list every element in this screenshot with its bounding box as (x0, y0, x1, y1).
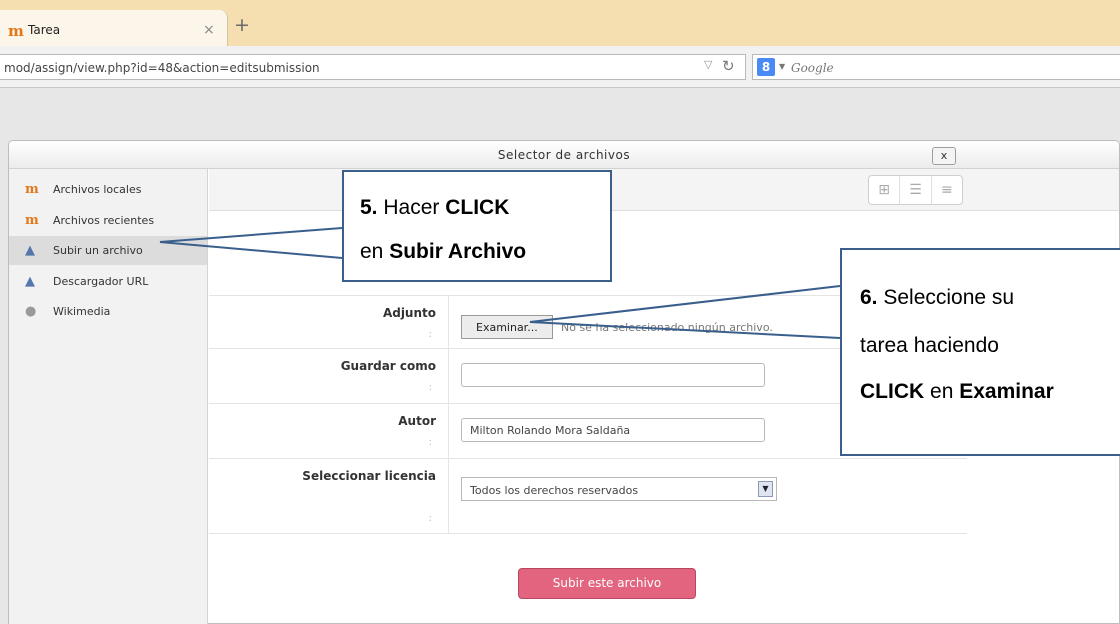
step6-line2: tarea haciendo (860, 334, 999, 357)
moodle-icon: m (25, 213, 39, 228)
callout-step6: 6. Seleccione su tarea haciendo CLICK en… (840, 248, 1120, 456)
save-as-label: Guardar como (340, 359, 436, 373)
search-bar[interactable]: 8 ▼ Google (752, 54, 1120, 80)
moodle-icon: m (25, 182, 39, 197)
sidebar-item-archivos-recientes[interactable]: m Archivos recientes (9, 206, 207, 235)
step6-target: Examinar (959, 380, 1054, 403)
browser-tab-strip: m Tarea × + (0, 0, 1120, 46)
upload-file-button[interactable]: Subir este archivo (518, 568, 696, 599)
download-icon: ▲ (25, 274, 35, 289)
icon-view-icon[interactable]: ⊞ (869, 176, 901, 204)
step6-line1: Seleccione su (883, 286, 1015, 309)
view-mode-buttons: ⊞ ☰ ≡ (868, 175, 963, 205)
search-placeholder: Google (791, 61, 834, 75)
browse-button[interactable]: Examinar... (461, 315, 553, 339)
google-plus-icon[interactable]: 8 (757, 58, 775, 76)
save-as-input[interactable] (461, 363, 765, 387)
tab-close-icon[interactable]: × (203, 22, 215, 38)
sidebar-item-label: Subir un archivo (53, 244, 143, 257)
browser-navbar: mod/assign/view.php?id=48&action=editsub… (0, 46, 1120, 88)
reload-icon[interactable]: ↻ (722, 57, 735, 75)
author-label: Autor (398, 414, 436, 428)
author-input[interactable]: Milton Rolando Mora Saldaña (461, 418, 765, 442)
step5-text: Hacer (383, 196, 440, 219)
step5-click: CLICK (445, 196, 510, 219)
field-colon: : (428, 513, 432, 524)
sidebar-item-subir-archivo[interactable]: ▲ Subir un archivo (9, 236, 207, 265)
callout-step5: 5. Hacer CLICK en Subir Archivo (342, 170, 612, 282)
license-selected-value: Todos los derechos reservados (470, 484, 639, 497)
sidebar-item-label: Wikimedia (53, 305, 111, 318)
attachment-label: Adjunto (382, 306, 436, 320)
step6-en: en (930, 380, 954, 403)
dialog-header: Selector de archivos x (9, 141, 1119, 169)
repository-sidebar: m Archivos locales m Archivos recientes … (9, 169, 208, 624)
sidebar-item-label: Descargador URL (53, 275, 149, 288)
sidebar-item-wikimedia[interactable]: ● Wikimedia (9, 297, 207, 326)
tab-title: Tarea (28, 23, 61, 37)
dialog-close-button[interactable]: x (932, 147, 956, 165)
step5-en: en (360, 240, 384, 263)
chevron-down-icon[interactable]: ▼ (758, 481, 773, 497)
step6-number: 6. (860, 286, 878, 309)
step5-number: 5. (360, 196, 378, 219)
sidebar-item-archivos-locales[interactable]: m Archivos locales (9, 175, 207, 204)
step6-click: CLICK (860, 380, 925, 403)
tree-view-icon[interactable]: ≡ (932, 176, 962, 204)
new-tab-button[interactable]: + (234, 14, 250, 36)
sidebar-item-label: Archivos locales (53, 183, 142, 196)
field-colon: : (428, 329, 432, 340)
search-engine-dropdown-icon[interactable]: ▼ (779, 62, 785, 71)
list-view-icon[interactable]: ☰ (900, 176, 932, 204)
address-bar[interactable]: mod/assign/view.php?id=48&action=editsub… (0, 54, 746, 80)
wikimedia-icon: ● (25, 304, 37, 319)
field-colon: : (428, 382, 432, 393)
sidebar-item-label: Archivos recientes (53, 214, 155, 227)
browser-tab[interactable]: m Tarea × (0, 10, 228, 46)
history-dropdown-icon[interactable]: ▽ (704, 58, 712, 71)
license-select[interactable]: Todos los derechos reservados ▼ (461, 477, 777, 501)
license-label: Seleccionar licencia (302, 469, 436, 483)
license-row: Seleccionar licencia : Todos los derecho… (209, 458, 967, 534)
sidebar-item-descargador-url[interactable]: ▲ Descargador URL (9, 267, 207, 296)
upload-icon: ▲ (25, 243, 35, 258)
moodle-favicon-icon: m (8, 22, 24, 40)
step5-target: Subir Archivo (389, 240, 527, 263)
url-text: mod/assign/view.php?id=48&action=editsub… (4, 61, 320, 75)
field-colon: : (428, 437, 432, 448)
no-file-status: No se ha seleccionado ningún archivo. (561, 321, 773, 334)
